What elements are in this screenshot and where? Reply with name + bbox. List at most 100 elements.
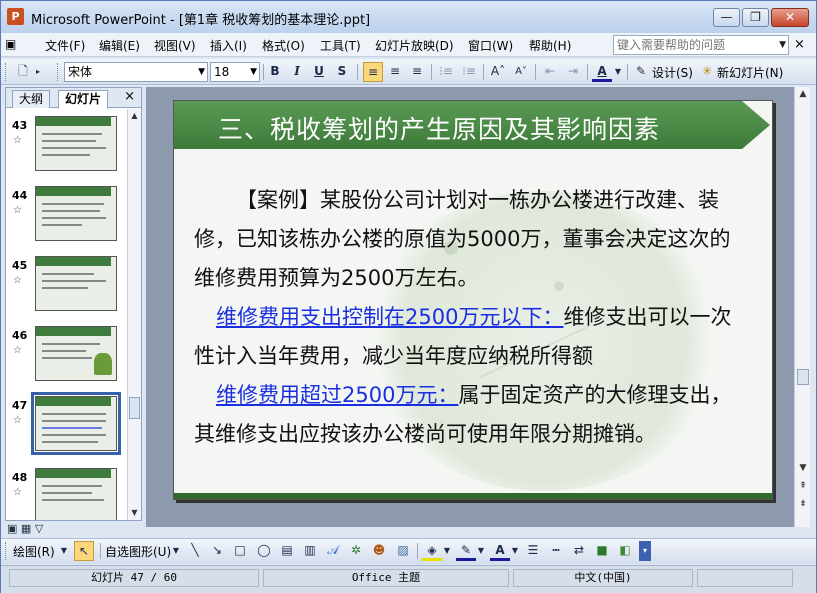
new-document-icon[interactable]: 🗋 xyxy=(13,62,33,82)
tab-slides[interactable]: 幻灯片 xyxy=(58,90,109,109)
previous-slide-icon[interactable]: ⇞ xyxy=(797,481,809,491)
chevron-down-icon[interactable]: ▼ xyxy=(442,541,452,561)
font-name-select[interactable]: 宋体 ▼ xyxy=(64,62,208,82)
bulleted-list-icon[interactable]: ⁝≡ xyxy=(459,62,479,82)
scroll-down-icon[interactable]: ▼ xyxy=(128,506,141,520)
draw-menu-button[interactable]: 绘图(R) xyxy=(13,543,55,560)
slide-sorter-icon[interactable]: ▦ xyxy=(21,522,31,535)
wordart-icon[interactable]: 𝒜 xyxy=(323,541,343,561)
menu-slideshow[interactable]: 幻灯片放映(D) xyxy=(375,37,454,54)
vertical-textbox-icon[interactable]: ▥ xyxy=(300,541,320,561)
slide-thumbnail-48[interactable] xyxy=(35,468,117,520)
normal-view-icon[interactable]: ▣ xyxy=(7,522,17,535)
chevron-down-icon[interactable]: ▼ xyxy=(59,541,69,561)
restore-button[interactable]: ❐ xyxy=(742,8,769,27)
new-slide-button[interactable]: 新幻灯片(N) xyxy=(717,64,783,81)
menu-format[interactable]: 格式(O) xyxy=(262,37,305,54)
toolbar-grip[interactable] xyxy=(5,63,8,81)
slide-link-1[interactable]: 维修费用支出控制在2500万元以下： xyxy=(216,305,563,329)
slide-case-paragraph[interactable]: 【案例】某股份公司计划对一栋办公楼进行改建、装修，已知该栋办公楼的原值为5000… xyxy=(194,181,749,298)
autoshapes-menu-button[interactable]: 自选图形(U) xyxy=(105,543,171,560)
increase-font-icon[interactable]: A˄ xyxy=(488,62,508,82)
font-size-select[interactable]: 18 ▼ xyxy=(210,62,260,82)
powerpoint-app-icon[interactable]: P xyxy=(7,8,24,25)
scroll-down-icon[interactable]: ▼ xyxy=(797,463,809,473)
align-right-icon[interactable]: ≡ xyxy=(407,62,427,82)
slide-thumbnail-43[interactable] xyxy=(35,116,117,171)
thumbnails-scrollbar[interactable]: ▲ ▼ xyxy=(127,109,141,520)
italic-button[interactable]: I xyxy=(287,62,307,82)
toolbar-options-icon[interactable]: ▾ xyxy=(639,541,651,561)
textbox-tool-icon[interactable]: ▤ xyxy=(277,541,297,561)
menu-file[interactable]: 文件(F) xyxy=(45,37,85,54)
scroll-up-icon[interactable]: ▲ xyxy=(128,109,141,123)
rectangle-tool-icon[interactable]: □ xyxy=(230,541,250,561)
toolbar-options-icon[interactable]: ▸ xyxy=(33,62,43,82)
shadow-style-icon[interactable]: ■ xyxy=(592,541,612,561)
minimize-button[interactable]: — xyxy=(713,8,740,27)
menu-insert[interactable]: 插入(I) xyxy=(210,37,247,54)
chevron-down-icon[interactable]: ▼ xyxy=(171,541,181,561)
dash-style-icon[interactable]: ┅ xyxy=(546,541,566,561)
3d-style-icon[interactable]: ◧ xyxy=(615,541,635,561)
slide-thumbnail-47[interactable] xyxy=(31,392,121,455)
menu-edit[interactable]: 编辑(E) xyxy=(99,37,140,54)
diagram-icon[interactable]: ✲ xyxy=(346,541,366,561)
numbered-list-icon[interactable]: ⁝≡ xyxy=(436,62,456,82)
close-button[interactable]: ✕ xyxy=(771,8,809,27)
slide-point-1[interactable]: 维修费用支出控制在2500万元以下：维修支出可以一次性计入当年费用，减少当年度应… xyxy=(194,298,749,376)
clipart-icon[interactable]: ☻ xyxy=(369,541,389,561)
chevron-down-icon[interactable]: ▼ xyxy=(250,63,257,81)
toolbar-grip[interactable] xyxy=(5,542,8,560)
slide-thumbnail-46[interactable] xyxy=(35,326,117,381)
next-slide-icon[interactable]: ⇟ xyxy=(797,499,809,509)
insert-picture-icon[interactable]: ▨ xyxy=(393,541,413,561)
help-search-input[interactable]: 键入需要帮助的问题 ▼ xyxy=(613,35,789,55)
menu-tools[interactable]: 工具(T) xyxy=(320,37,361,54)
chevron-down-icon[interactable]: ▼ xyxy=(613,62,623,82)
menu-doc-icon[interactable]: ▣ xyxy=(5,37,16,51)
bold-button[interactable]: B xyxy=(265,62,285,82)
increase-indent-icon[interactable]: ⇥ xyxy=(563,62,583,82)
slide-title[interactable]: 三、税收筹划的产生原因及其影响因素 xyxy=(218,110,660,146)
menu-view[interactable]: 视图(V) xyxy=(154,37,196,54)
slide-thumbnail-44[interactable] xyxy=(35,186,117,241)
scrollbar-thumb[interactable] xyxy=(797,369,809,385)
line-color-icon[interactable]: ✎ xyxy=(456,541,476,561)
toolbar-grip[interactable] xyxy=(57,63,60,81)
decrease-indent-icon[interactable]: ⇤ xyxy=(540,62,560,82)
chevron-down-icon[interactable]: ▼ xyxy=(198,63,205,81)
editor-scrollbar[interactable]: ▲ ▼ ⇞ ⇟ xyxy=(794,87,810,527)
chevron-down-icon[interactable]: ▼ xyxy=(476,541,486,561)
document-close-button[interactable]: × xyxy=(794,37,805,52)
design-icon[interactable]: ✎ xyxy=(632,62,650,82)
pane-close-button[interactable]: × xyxy=(124,89,135,104)
slide-thumbnail-45[interactable] xyxy=(35,256,117,311)
font-color-icon[interactable]: A xyxy=(592,62,612,82)
menu-window[interactable]: 窗口(W) xyxy=(468,37,513,54)
decrease-font-icon[interactable]: A˅ xyxy=(511,62,531,82)
fill-color-icon[interactable]: ◈ xyxy=(422,541,442,561)
font-color-icon[interactable]: A xyxy=(490,541,510,561)
slide-link-2[interactable]: 维修费用超过2500万元： xyxy=(216,383,458,407)
tab-outline[interactable]: 大纲 xyxy=(12,90,51,108)
design-button[interactable]: 设计(S) xyxy=(652,64,693,81)
scrollbar-thumb[interactable] xyxy=(129,397,140,419)
scroll-up-icon[interactable]: ▲ xyxy=(797,89,809,99)
align-left-icon[interactable]: ≡ xyxy=(363,62,383,82)
line-style-icon[interactable]: ☰ xyxy=(523,541,543,561)
underline-button[interactable]: U xyxy=(309,62,329,82)
line-tool-icon[interactable]: ╲ xyxy=(185,541,205,561)
select-pointer-icon[interactable]: ↖ xyxy=(74,541,94,561)
menu-help[interactable]: 帮助(H) xyxy=(529,37,571,54)
arrow-tool-icon[interactable]: ↘ xyxy=(207,541,227,561)
chevron-down-icon[interactable]: ▼ xyxy=(510,541,520,561)
slideshow-view-icon[interactable]: ▽ xyxy=(35,522,43,535)
current-slide[interactable]: 三、税收筹划的产生原因及其影响因素 【案例】某股份公司计划对一栋办公楼进行改建、… xyxy=(173,100,773,500)
slide-point-2[interactable]: 维修费用超过2500万元：属于固定资产的大修理支出，其维修支出应按该办公楼尚可使… xyxy=(194,376,749,454)
align-center-icon[interactable]: ≡ xyxy=(385,62,405,82)
arrow-style-icon[interactable]: ⇄ xyxy=(569,541,589,561)
shadow-button[interactable]: S xyxy=(332,62,352,82)
oval-tool-icon[interactable]: ◯ xyxy=(254,541,274,561)
chevron-down-icon[interactable]: ▼ xyxy=(779,36,786,54)
